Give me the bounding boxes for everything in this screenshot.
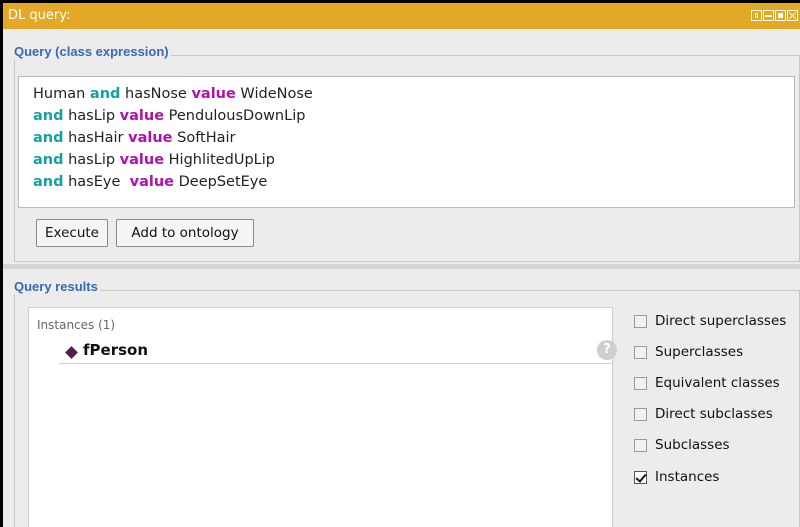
keyword-value: value	[191, 86, 236, 102]
query-token: PendulousDownLip	[164, 108, 306, 124]
query-token: HighlitedUpLip	[164, 152, 275, 168]
view-titlebar: DL query:	[3, 3, 800, 29]
option-direct-subclasses[interactable]: Direct subclasses	[634, 404, 773, 424]
query-line: and hasEye value DeepSetEye	[33, 171, 794, 193]
query-token: hasLip	[63, 152, 120, 168]
option-label: Instances	[655, 469, 720, 485]
option-instances[interactable]: Instances	[634, 467, 719, 487]
results-list: Instances (1) fPerson ?	[28, 307, 617, 527]
help-icon[interactable]: ?	[597, 340, 617, 360]
option-label: Subclasses	[655, 437, 730, 453]
checkbox[interactable]	[634, 438, 647, 452]
individual-diamond-icon	[65, 346, 78, 359]
list-item[interactable]: fPerson ?	[59, 340, 617, 364]
query-group-title: Query (class expression)	[12, 44, 171, 59]
query-token: hasLip	[63, 108, 120, 124]
query-token: SoftHair	[172, 130, 236, 146]
option-label: Superclasses	[655, 344, 744, 360]
keyword-value: value	[119, 108, 165, 124]
checkbox-checked[interactable]	[634, 470, 647, 484]
option-direct-superclasses[interactable]: Direct superclasses	[634, 311, 786, 331]
option-superclasses[interactable]: Superclasses	[634, 342, 743, 362]
split-divider[interactable]	[3, 264, 800, 269]
query-token: hasNose	[120, 86, 192, 102]
checkbox[interactable]	[634, 376, 647, 390]
query-token: DeepSetEye	[174, 174, 268, 190]
keyword-value: value	[119, 152, 165, 168]
results-group-title: Query results	[12, 279, 100, 294]
view-title: DL query:	[8, 8, 71, 23]
query-line: Human and hasNose value WideNose	[33, 83, 794, 105]
query-line: and hasLip value PendulousDownLip	[33, 105, 794, 127]
query-token: hasEye	[63, 174, 130, 190]
add-to-ontology-button[interactable]: Add to ontology	[116, 219, 254, 247]
option-label: Direct superclasses	[655, 313, 787, 329]
keyword-value: value	[129, 174, 174, 190]
window-controls	[751, 10, 798, 22]
keyword-value: value	[128, 130, 173, 146]
keyword-and: and	[33, 174, 64, 190]
result-item-label: fPerson	[83, 341, 149, 359]
minimize-icon[interactable]	[763, 10, 774, 21]
option-equivalent-classes[interactable]: Equivalent classes	[634, 373, 780, 393]
query-line: and hasHair value SoftHair	[33, 127, 794, 149]
query-token: Human	[33, 86, 90, 102]
close-icon[interactable]	[787, 10, 798, 21]
keyword-and: and	[33, 108, 64, 124]
option-label: Direct subclasses	[655, 406, 773, 422]
float-icon[interactable]	[775, 10, 786, 21]
keyword-and: and	[33, 130, 64, 146]
query-token: WideNose	[235, 86, 313, 102]
execute-button[interactable]: Execute	[36, 219, 108, 247]
option-subclasses[interactable]: Subclasses	[634, 435, 730, 455]
query-token: hasHair	[63, 130, 129, 146]
checkbox[interactable]	[634, 407, 647, 421]
keyword-and: and	[33, 152, 64, 168]
option-label: Equivalent classes	[655, 375, 780, 391]
keyword-and: and	[89, 86, 121, 102]
query-editor[interactable]: Human and hasNose value WideNose and hasL…	[18, 76, 795, 208]
results-section-header: Instances (1)	[37, 318, 116, 332]
checkbox[interactable]	[634, 345, 647, 359]
maximize-icon[interactable]	[751, 10, 762, 21]
query-line: and hasLip value HighlitedUpLip	[33, 149, 794, 171]
checkbox[interactable]	[634, 314, 647, 328]
